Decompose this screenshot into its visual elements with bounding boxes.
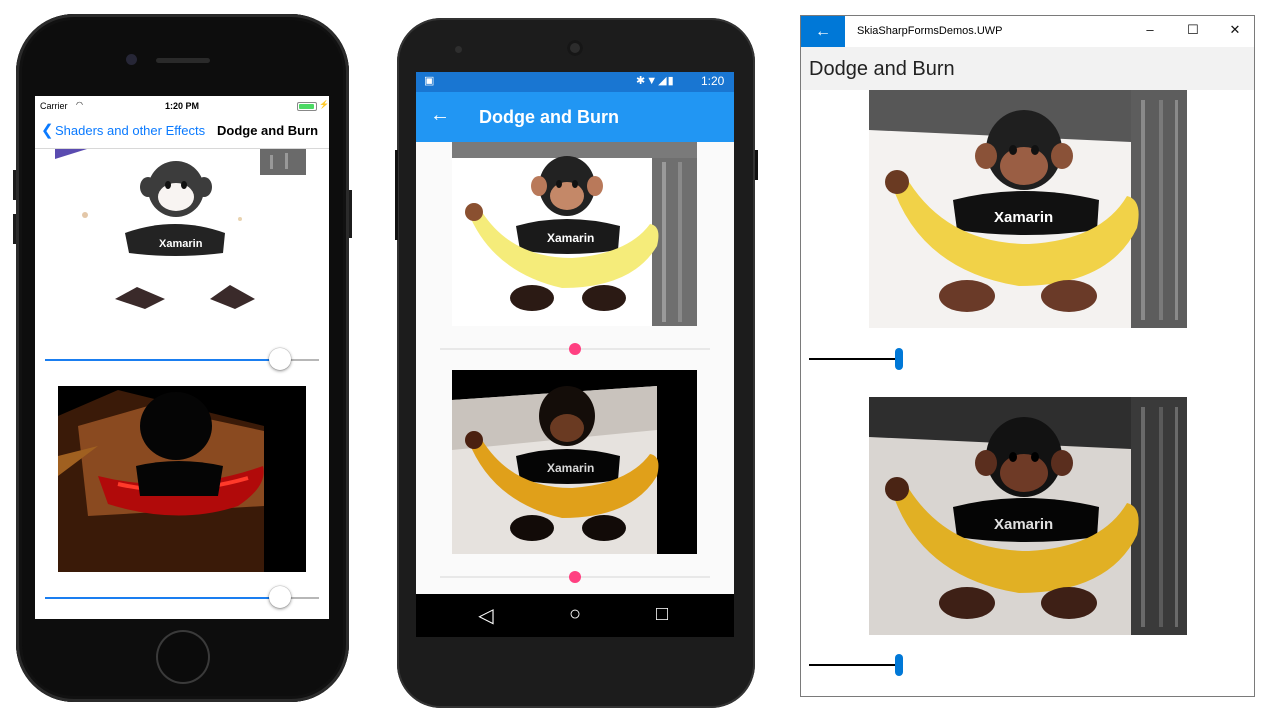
slider-dodge-thumb[interactable]	[569, 343, 581, 355]
back-arrow-icon[interactable]: ←	[801, 16, 845, 47]
ios-screen: Carrier ◠ 1:20 PM ⚡ ❮ Shaders and other …	[35, 96, 329, 619]
nav-recents-icon[interactable]: □	[642, 603, 682, 626]
slider-burn-thumb[interactable]	[269, 586, 291, 608]
nav-back-icon[interactable]: ◁	[466, 603, 506, 628]
page-title: Dodge and Burn	[809, 58, 955, 80]
volume-up-side-button	[13, 170, 16, 200]
shirt-logo-text: Xamarin	[159, 238, 203, 250]
slider-burn-track	[809, 664, 899, 666]
proximity-sensor	[455, 46, 462, 53]
slider-dodge[interactable]	[440, 342, 710, 356]
nav-home-icon[interactable]: ○	[555, 603, 595, 626]
ios-navigation-bar: ❮ Shaders and other Effects Dodge and Bu…	[35, 114, 329, 149]
uwp-window: ← SkiaSharpFormsDemos.UWP – ☐ ✕ Dodge an…	[800, 15, 1255, 697]
uwp-page-header: Dodge and Burn	[801, 47, 1254, 90]
dodge-image: Xamarin	[452, 142, 697, 326]
front-camera	[567, 40, 583, 56]
android-toolbar: ← Dodge and Burn	[416, 92, 734, 142]
earpiece-speaker	[156, 58, 210, 63]
slider-burn[interactable]	[440, 570, 710, 584]
slider-dodge-thumb[interactable]	[895, 348, 903, 370]
page-title: Dodge and Burn	[217, 123, 319, 138]
slider-dodge-track	[809, 358, 899, 360]
power-side-button	[349, 190, 352, 238]
slider-burn[interactable]	[809, 654, 903, 676]
dodge-image-canvas: Xamarin	[55, 149, 306, 313]
slider-dodge-thumb[interactable]	[269, 348, 291, 370]
slider-burn-track-filled	[45, 597, 281, 599]
front-camera	[126, 54, 137, 65]
shirt-logo-text: Xamarin	[547, 231, 594, 245]
status-time: 1:20 PM	[164, 101, 199, 111]
slider-burn-thumb[interactable]	[895, 654, 903, 676]
burn-image: Xamarin	[869, 397, 1187, 635]
burn-image-canvas: Xamarin	[869, 397, 1187, 635]
dodge-image-canvas: Xamarin	[452, 142, 697, 326]
dodge-image: Xamarin	[55, 149, 306, 313]
slider-burn[interactable]	[45, 586, 319, 610]
shirt-logo-text: Xamarin	[994, 209, 1053, 226]
android-status-bar: ▣ ✱▼◢▮ 1:20	[416, 72, 734, 92]
burn-image-canvas	[58, 386, 306, 572]
burn-image-canvas: Xamarin	[452, 370, 697, 554]
slider-burn-thumb[interactable]	[569, 571, 581, 583]
side-button	[755, 150, 758, 180]
back-button[interactable]: Shaders and other Effects	[55, 123, 205, 138]
back-arrow-icon[interactable]: ←	[430, 104, 450, 127]
status-icons: ✱▼◢▮	[636, 75, 675, 87]
ios-status-bar: Carrier ◠ 1:20 PM ⚡	[35, 96, 329, 114]
slider-dodge[interactable]	[45, 348, 319, 372]
android-navigation-bar: ◁ ○ □	[416, 594, 734, 637]
burn-image: Xamarin	[452, 370, 697, 554]
burn-image	[58, 386, 306, 572]
status-time: 1:20	[701, 74, 725, 88]
shirt-logo-text: Xamarin	[994, 516, 1053, 533]
shirt-logo-text: Xamarin	[547, 461, 594, 475]
slider-dodge[interactable]	[809, 348, 903, 370]
slider-dodge-track-filled	[45, 359, 281, 361]
maximize-icon[interactable]: ☐	[1183, 22, 1203, 38]
android-screen: ▣ ✱▼◢▮ 1:20 ← Dodge and Burn Xamarin Xam…	[416, 72, 734, 637]
dodge-image: Xamarin	[869, 90, 1187, 328]
side-button	[395, 150, 398, 240]
dodge-image-canvas: Xamarin	[869, 90, 1187, 328]
close-icon[interactable]: ✕	[1225, 22, 1245, 38]
page-title: Dodge and Burn	[479, 107, 619, 127]
window-title: SkiaSharpFormsDemos.UWP	[857, 25, 1003, 37]
android-notification-icon: ▣	[424, 75, 435, 87]
battery-icon	[297, 102, 317, 111]
uwp-title-bar: ← SkiaSharpFormsDemos.UWP – ☐ ✕	[801, 16, 1254, 47]
minimize-icon[interactable]: –	[1140, 22, 1160, 37]
home-button[interactable]	[156, 630, 210, 684]
back-chevron-icon[interactable]: ❮	[41, 121, 54, 139]
charging-icon: ⚡	[319, 100, 329, 109]
volume-down-side-button	[13, 214, 16, 244]
